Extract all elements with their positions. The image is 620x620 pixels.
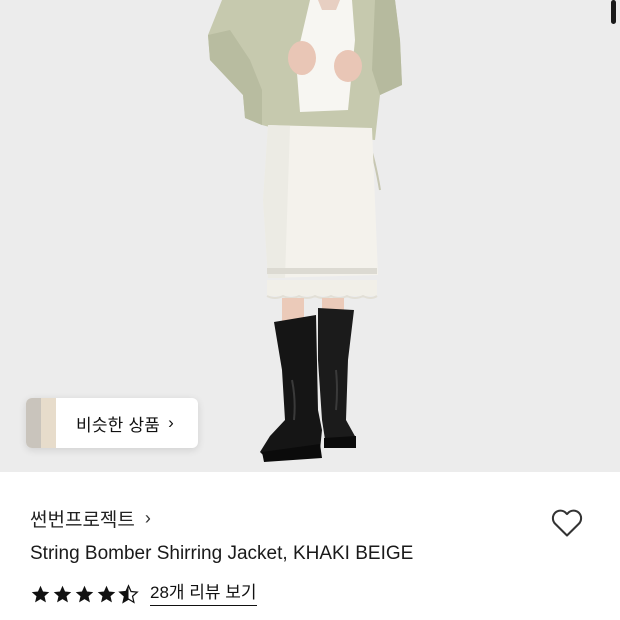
similar-products-button[interactable]: 비슷한 상품 › bbox=[26, 398, 198, 448]
chevron-right-icon: › bbox=[168, 413, 174, 432]
chevron-right-icon: › bbox=[144, 508, 151, 528]
rating-row: 28개 리뷰 보기 bbox=[30, 583, 257, 606]
similar-products-label: 비슷한 상품 bbox=[76, 415, 161, 435]
review-link[interactable]: 28개 리뷰 보기 bbox=[150, 583, 257, 606]
star-icon bbox=[31, 586, 50, 603]
star-icon bbox=[75, 586, 94, 603]
product-image[interactable]: 비슷한 상품 › bbox=[0, 0, 620, 472]
heart-icon[interactable] bbox=[548, 503, 586, 541]
brand-name: 썬번프로젝트 bbox=[30, 510, 135, 531]
similar-products-thumbnail bbox=[26, 398, 56, 448]
scrollbar-thumb[interactable] bbox=[611, 0, 616, 24]
rating-stars bbox=[30, 584, 139, 605]
star-icon bbox=[53, 586, 72, 603]
star-half-icon bbox=[118, 584, 139, 604]
product-title: String Bomber Shirring Jacket, KHAKI BEI… bbox=[30, 543, 414, 564]
brand-link[interactable]: 썬번프로젝트 › bbox=[30, 505, 151, 532]
star-icon bbox=[97, 586, 116, 603]
